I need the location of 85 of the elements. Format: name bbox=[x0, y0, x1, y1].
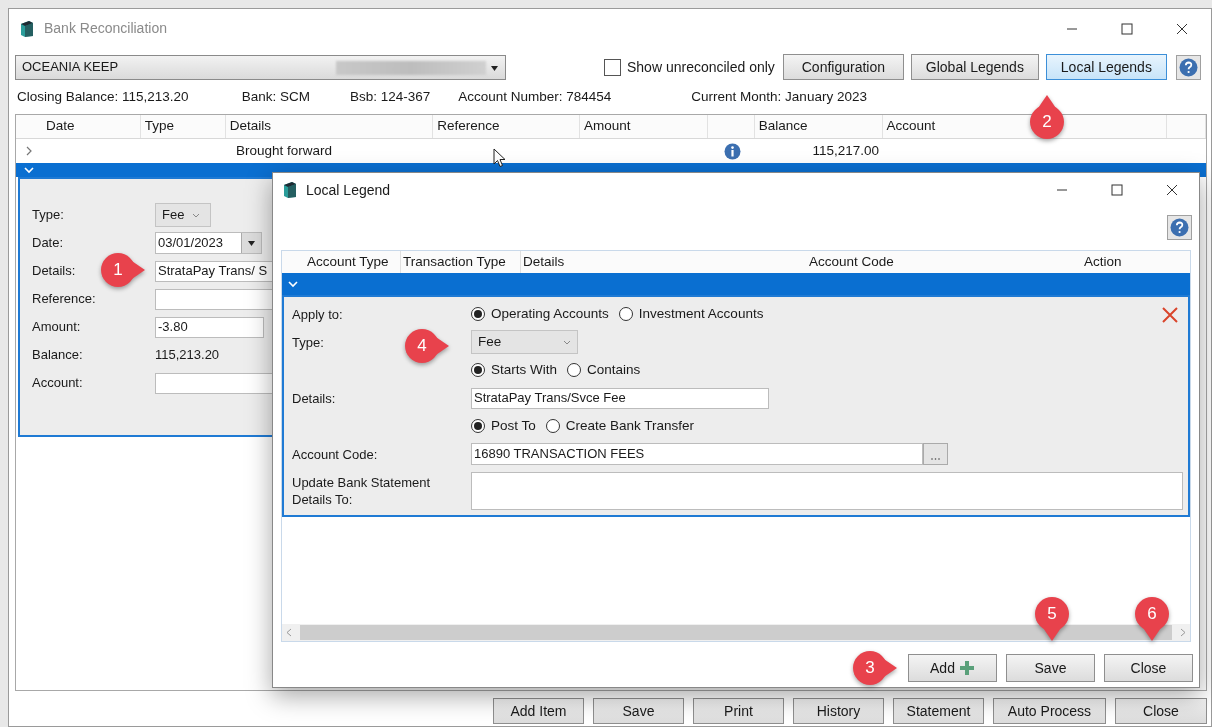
field-label: Account: bbox=[32, 374, 83, 393]
dropdown-arrow-icon bbox=[248, 240, 255, 246]
app-logo-icon bbox=[283, 181, 297, 199]
help-button[interactable] bbox=[1167, 215, 1192, 240]
field-label: Date: bbox=[32, 234, 64, 253]
type-dropdown[interactable]: Fee bbox=[471, 330, 578, 354]
field-label: Reference: bbox=[32, 290, 96, 309]
account-code-field[interactable]: 16890 TRANSACTION FEES bbox=[471, 443, 923, 465]
toolbar-button[interactable]: Local Legends bbox=[1045, 54, 1167, 80]
info-text: Closing Balance: 115,213.20 bbox=[17, 87, 189, 106]
info-icon bbox=[724, 142, 741, 160]
mouse-cursor-icon bbox=[493, 148, 507, 168]
window-title: Bank Reconciliation bbox=[44, 19, 167, 38]
checkbox[interactable] bbox=[604, 58, 621, 76]
table-cell: Brought forward bbox=[236, 142, 333, 158]
info-text: Account Number: 784454 bbox=[458, 87, 612, 106]
details-field[interactable]: StrataPay Trans/Svce Fee bbox=[471, 387, 769, 409]
radio-button[interactable] bbox=[618, 307, 633, 321]
radio-button[interactable] bbox=[471, 363, 485, 377]
radio-label: Starts With bbox=[491, 360, 557, 379]
amount-field[interactable]: -3.80 bbox=[155, 316, 264, 338]
dialog-button[interactable]: Add bbox=[908, 654, 997, 682]
help-icon bbox=[1178, 57, 1198, 77]
radio-label: Post To bbox=[491, 416, 536, 435]
toolbar-button[interactable]: Configuration bbox=[782, 54, 904, 80]
app-logo-icon bbox=[20, 19, 34, 38]
footer-button[interactable]: Statement bbox=[893, 698, 984, 724]
footer-button[interactable]: Print bbox=[693, 698, 784, 724]
date-field[interactable]: 03/01/2023 bbox=[155, 232, 262, 254]
radio-label: Investment Accounts bbox=[638, 304, 764, 323]
field-label: Type: bbox=[292, 333, 324, 351]
footer-button[interactable]: Close bbox=[1115, 698, 1207, 724]
statement-details-field[interactable] bbox=[471, 472, 1183, 510]
dropdown-arrow-icon bbox=[491, 65, 498, 71]
info-text: Bsb: 124-367 bbox=[349, 87, 431, 106]
dialog-button[interactable]: Save bbox=[1006, 654, 1095, 682]
field-label: Apply to: bbox=[292, 305, 343, 323]
maximize-icon bbox=[1110, 184, 1123, 196]
help-icon bbox=[1170, 218, 1189, 237]
close-icon bbox=[1165, 184, 1178, 196]
field-label: Details: bbox=[32, 262, 76, 281]
column-header[interactable]: Date bbox=[16, 115, 141, 138]
field-label: Balance: bbox=[32, 346, 83, 365]
footer-button[interactable]: Save bbox=[593, 698, 684, 724]
dialog-button[interactable]: Close bbox=[1104, 654, 1193, 682]
field-label: Update Bank Statement Details To: bbox=[292, 474, 432, 508]
radio-label: Contains bbox=[587, 360, 641, 379]
field-label: Details: bbox=[292, 389, 336, 407]
field-label: Amount: bbox=[32, 318, 81, 337]
info-text: Bank: SCM bbox=[241, 87, 310, 106]
horizontal-scrollbar[interactable] bbox=[282, 624, 1190, 641]
toolbar-button[interactable]: Global Legends bbox=[910, 54, 1039, 80]
chevron-down-icon bbox=[563, 339, 571, 345]
dialog-title: Local Legend bbox=[306, 180, 391, 200]
radio-button[interactable] bbox=[471, 419, 485, 433]
radio-label: Operating Accounts bbox=[491, 304, 609, 323]
column-header[interactable]: Type bbox=[140, 115, 226, 138]
radio-button[interactable] bbox=[471, 307, 485, 321]
column-header[interactable]: Details bbox=[521, 251, 807, 273]
radio-label: Create Bank Transfer bbox=[565, 416, 695, 435]
account-dropdown[interactable]: OCEANIA KEEP bbox=[15, 54, 506, 80]
footer-button[interactable]: History bbox=[793, 698, 884, 724]
info-text: Current Month: January 2023 bbox=[691, 87, 867, 106]
field-label: Type: bbox=[32, 206, 64, 225]
table-cell: 115,217.00 bbox=[812, 142, 879, 158]
radio-button[interactable] bbox=[545, 419, 560, 433]
delete-button[interactable] bbox=[1160, 305, 1180, 325]
plus-icon bbox=[958, 660, 975, 676]
radio-button[interactable] bbox=[567, 363, 581, 377]
type-dropdown[interactable]: Fee bbox=[155, 203, 211, 227]
column-header[interactable]: Amount bbox=[580, 115, 708, 138]
field-label: Account Code: bbox=[292, 445, 378, 463]
column-header[interactable]: Details bbox=[225, 115, 434, 138]
help-button[interactable] bbox=[1175, 54, 1201, 80]
column-header[interactable]: Account Code bbox=[807, 251, 1082, 273]
chevron-down-icon bbox=[192, 212, 201, 218]
checkbox-label: Show unreconciled only bbox=[627, 57, 775, 77]
footer-button[interactable]: Add Item bbox=[493, 698, 584, 724]
close-icon bbox=[1162, 307, 1178, 323]
close-icon bbox=[1175, 22, 1188, 35]
column-header[interactable]: Reference bbox=[433, 115, 581, 138]
footer-button[interactable]: Auto Process bbox=[993, 698, 1106, 724]
column-header[interactable]: Balance bbox=[754, 115, 883, 138]
maximize-icon bbox=[1120, 22, 1133, 35]
column-header[interactable]: Action bbox=[1082, 251, 1182, 273]
